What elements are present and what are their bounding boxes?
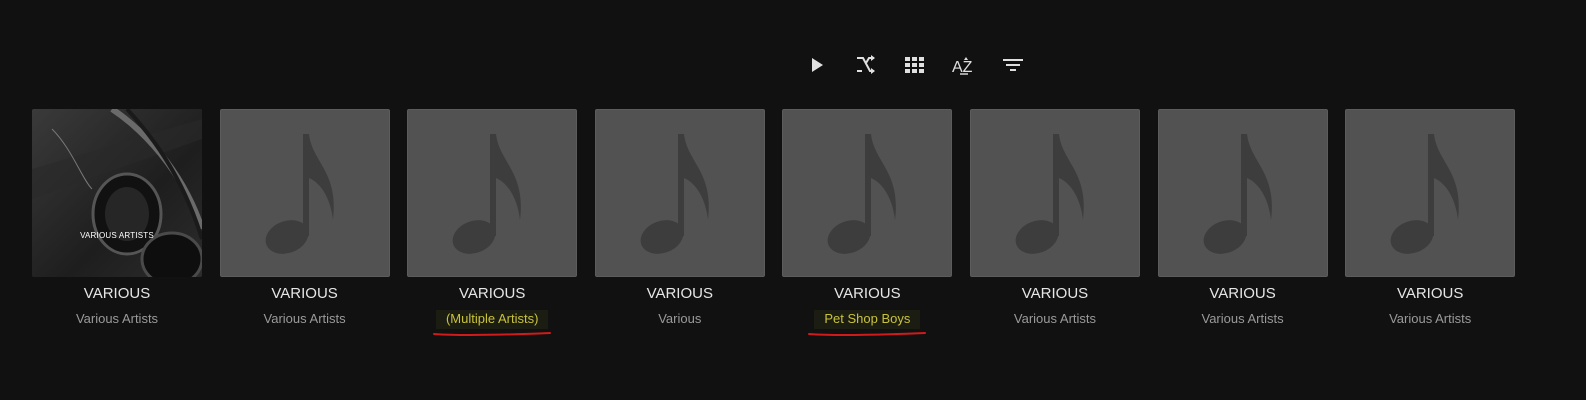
music-note-icon: [265, 134, 334, 254]
album-artist-wrap: Various Artists: [1010, 308, 1100, 327]
sort-az-icon: AZ: [952, 57, 973, 76]
album-card[interactable]: VARIOUS Various: [594, 109, 765, 329]
sort-button[interactable]: AZ: [949, 50, 979, 80]
album-cover-placeholder[interactable]: [1157, 109, 1328, 277]
music-note-icon: [640, 134, 709, 254]
music-note-icon: [1015, 134, 1084, 254]
play-all-button[interactable]: [802, 50, 832, 80]
view-mode-button[interactable]: [900, 50, 930, 80]
album-artist[interactable]: Various Artists: [1010, 311, 1100, 327]
album-cover-placeholder[interactable]: [219, 109, 390, 277]
album-title[interactable]: VARIOUS: [84, 286, 150, 302]
album-cover-placeholder[interactable]: [782, 109, 953, 277]
album-artist[interactable]: (Multiple Artists): [435, 310, 549, 329]
album-card[interactable]: VARIOUS Various Artists: [219, 109, 390, 329]
album-title[interactable]: VARIOUS: [647, 286, 713, 302]
music-note-icon: [1203, 134, 1272, 254]
album-title[interactable]: VARIOUS: [1397, 286, 1463, 302]
annotation-underline: [808, 332, 927, 337]
album-title[interactable]: VARIOUS: [1022, 286, 1088, 302]
album-artist[interactable]: Various Artists: [260, 311, 350, 327]
album-card[interactable]: VARIOUS Various Artists: [1157, 109, 1328, 329]
album-library-view: AZ VARIOUS ARTISTS VARIOUS Various Artists…: [0, 0, 1586, 400]
album-card[interactable]: VARIOUS Various Artists: [1345, 109, 1516, 329]
album-artist-wrap: Various Artists: [1385, 308, 1475, 327]
play-icon: [812, 58, 823, 72]
shuffle-icon: [857, 55, 875, 74]
album-card[interactable]: VARIOUS ARTISTS VARIOUS Various Artists: [32, 109, 202, 329]
album-artist[interactable]: Pet Shop Boys: [814, 310, 921, 329]
album-cover-placeholder[interactable]: [594, 109, 765, 277]
shuffle-button[interactable]: [851, 50, 881, 80]
music-note-icon: [1390, 134, 1460, 254]
music-note-icon: [452, 134, 522, 254]
album-artist[interactable]: Various Artists: [72, 311, 162, 327]
headphones-photo: [32, 109, 202, 277]
annotation-underline: [433, 332, 552, 337]
album-cover-placeholder[interactable]: [1345, 109, 1516, 277]
music-note-icon: [827, 134, 897, 254]
album-artist[interactable]: Various Artists: [1385, 311, 1475, 327]
album-artist-wrap: Various Artists: [1198, 308, 1288, 327]
album-title[interactable]: VARIOUS: [271, 286, 337, 302]
album-artist[interactable]: Various Artists: [1198, 311, 1288, 327]
album-title[interactable]: VARIOUS: [459, 286, 525, 302]
album-card[interactable]: VARIOUS (Multiple Artists): [407, 109, 578, 337]
album-artist-wrap: Various: [654, 308, 705, 327]
library-toolbar: AZ: [802, 50, 1047, 80]
album-cover-placeholder[interactable]: [407, 109, 578, 277]
album-cover-placeholder[interactable]: [969, 109, 1140, 277]
album-grid: VARIOUS ARTISTS VARIOUS Various Artists VAR…: [32, 109, 1533, 337]
album-cover-caption: VARIOUS ARTISTS: [80, 231, 154, 240]
album-artist-wrap: Pet Shop Boys: [808, 308, 927, 337]
filter-icon: [1003, 59, 1023, 71]
grid-view-icon: [905, 57, 924, 73]
album-artist-wrap: (Multiple Artists): [433, 308, 552, 337]
filter-button[interactable]: [998, 50, 1028, 80]
album-title[interactable]: VARIOUS: [834, 286, 900, 302]
album-artist-wrap: Various Artists: [72, 308, 162, 327]
album-artist[interactable]: Various: [654, 311, 705, 327]
album-cover-image[interactable]: VARIOUS ARTISTS: [32, 109, 202, 277]
album-card[interactable]: VARIOUS Various Artists: [969, 109, 1140, 329]
album-card[interactable]: VARIOUS Pet Shop Boys: [782, 109, 953, 337]
album-title[interactable]: VARIOUS: [1209, 286, 1275, 302]
album-artist-wrap: Various Artists: [260, 308, 350, 327]
